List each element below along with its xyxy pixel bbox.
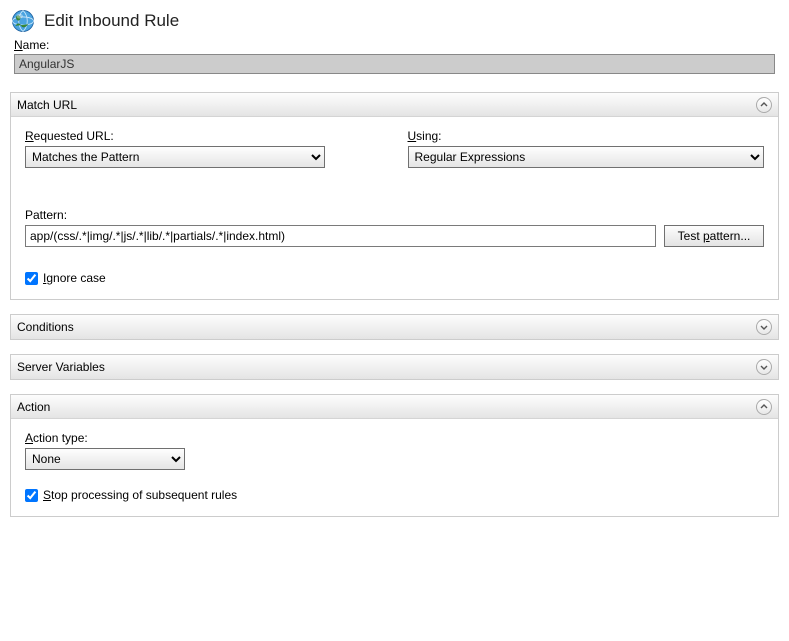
using-label: Using: <box>408 129 765 143</box>
action-type-label: Action type: <box>25 431 764 445</box>
action-header[interactable]: Action <box>11 395 778 419</box>
conditions-panel: Conditions <box>10 314 779 340</box>
chevron-down-icon[interactable] <box>756 319 772 335</box>
chevron-up-icon[interactable] <box>756 399 772 415</box>
match-url-header[interactable]: Match URL <box>11 93 778 117</box>
test-pattern-button[interactable]: Test pattern... <box>664 225 764 247</box>
server-variables-panel: Server Variables <box>10 354 779 380</box>
chevron-down-icon[interactable] <box>756 359 772 375</box>
action-type-select[interactable]: None <box>25 448 185 470</box>
server-variables-title: Server Variables <box>17 360 105 374</box>
ignore-case-label: Ignore case <box>43 271 106 285</box>
page-title: Edit Inbound Rule <box>44 11 179 31</box>
pattern-input[interactable] <box>25 225 656 247</box>
using-select[interactable]: Regular Expressions <box>408 146 765 168</box>
stop-processing-label: Stop processing of subsequent rules <box>43 488 237 502</box>
match-url-title: Match URL <box>17 98 77 112</box>
conditions-header[interactable]: Conditions <box>11 315 778 339</box>
stop-processing-checkbox[interactable] <box>25 489 38 502</box>
action-panel: Action Action type: None Stop processing… <box>10 394 779 517</box>
globe-icon <box>10 8 36 34</box>
name-input[interactable] <box>14 54 775 74</box>
chevron-up-icon[interactable] <box>756 97 772 113</box>
server-variables-header[interactable]: Server Variables <box>11 355 778 379</box>
ignore-case-checkbox[interactable] <box>25 272 38 285</box>
name-label: Name: <box>14 38 775 52</box>
match-url-panel: Match URL Requested URL: Matches the Pat… <box>10 92 779 300</box>
conditions-title: Conditions <box>17 320 74 334</box>
action-title: Action <box>17 400 50 414</box>
requested-url-label: Requested URL: <box>25 129 382 143</box>
pattern-label: Pattern: <box>25 208 764 222</box>
requested-url-select[interactable]: Matches the Pattern <box>25 146 325 168</box>
